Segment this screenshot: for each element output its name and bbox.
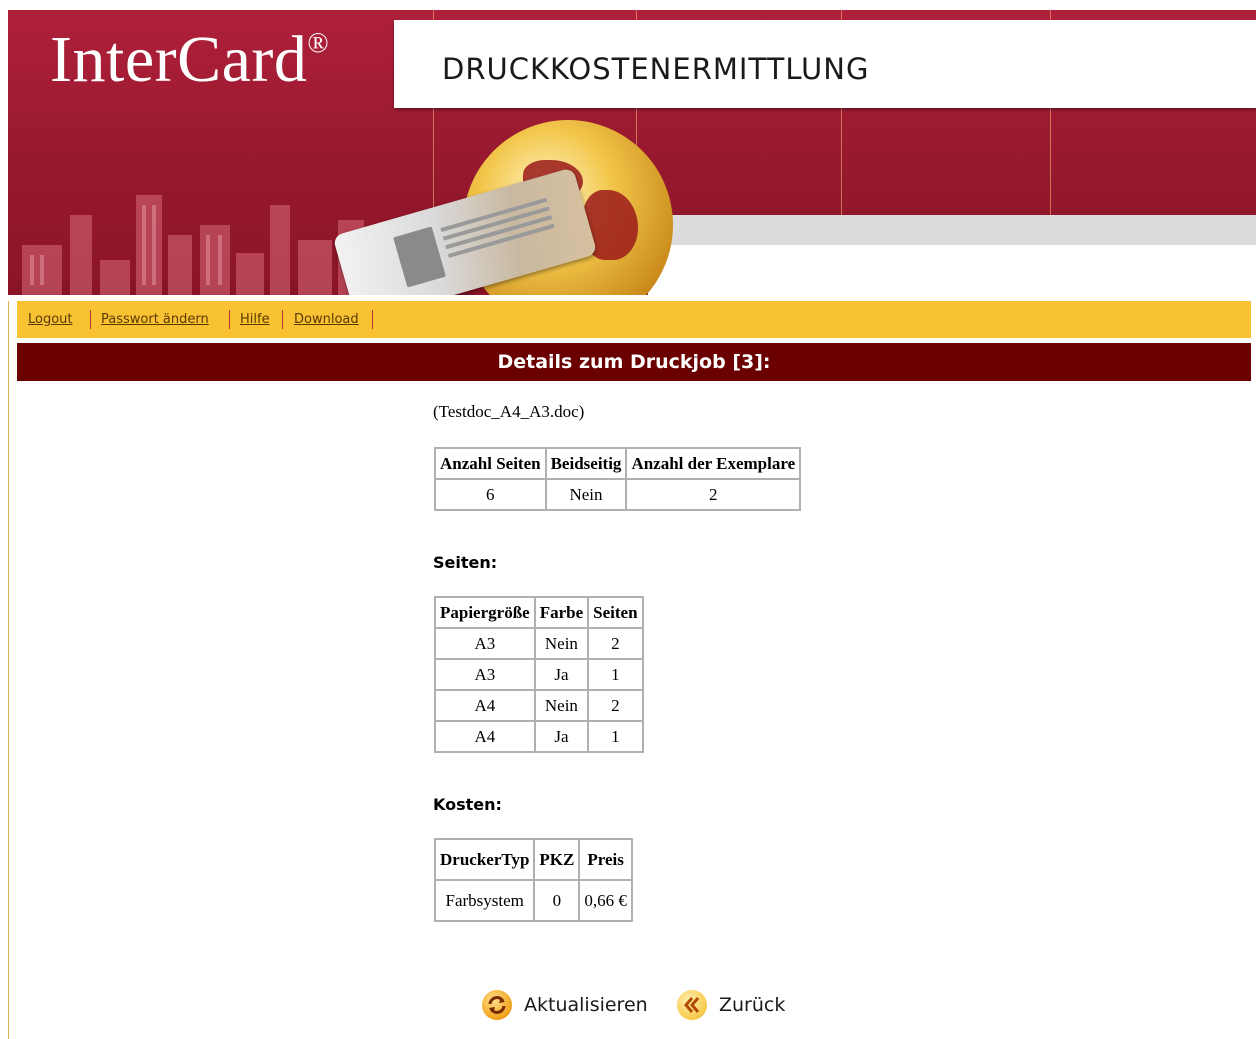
table-cell: Nein — [534, 628, 589, 659]
column-header: Anzahl Seiten — [435, 448, 546, 479]
refresh-icon — [482, 990, 512, 1020]
table-cell: Nein — [545, 479, 627, 510]
table-row: A3 Ja 1 — [435, 659, 643, 690]
table-cell: 0,66 € — [579, 880, 632, 921]
table-cell: 6 — [435, 479, 546, 510]
table-cell: A3 — [435, 659, 535, 690]
refresh-button[interactable]: Aktualisieren — [482, 988, 648, 1022]
page-left-border — [8, 301, 9, 1039]
table-header-row: Anzahl Seiten Beidseitig Anzahl der Exem… — [435, 448, 801, 479]
table-cell: 2 — [588, 628, 643, 659]
column-header: PKZ — [534, 839, 580, 880]
column-header: Papiergröße — [435, 597, 535, 628]
column-header: Beidseitig — [545, 448, 627, 479]
table-row: A4 Nein 2 — [435, 690, 643, 721]
section-title: Details zum Druckjob [3]: — [17, 343, 1251, 381]
banner-grey-strip — [648, 215, 1256, 245]
pages-table: Papiergröße Farbe Seiten A3 Nein 2 A3 Ja… — [434, 596, 644, 753]
nav-change-password-link[interactable]: Passwort ändern — [101, 312, 209, 327]
header-banner: InterCard® DRUCKKOSTENERMITTLUNG — [8, 10, 1256, 295]
table-cell: Ja — [534, 659, 589, 690]
costs-table: DruckerTyp PKZ Preis Farbsystem 0 0,66 € — [434, 838, 633, 922]
table-cell: 2 — [588, 690, 643, 721]
table-cell: Ja — [534, 721, 589, 752]
page-title: DRUCKKOSTENERMITTLUNG — [442, 52, 870, 86]
column-header: Anzahl der Exemplare — [626, 448, 801, 479]
table-cell: 1 — [588, 721, 643, 752]
pages-heading: Seiten: — [433, 553, 498, 572]
page-title-box: DRUCKKOSTENERMITTLUNG — [394, 20, 1256, 108]
table-header-row: Papiergröße Farbe Seiten — [435, 597, 643, 628]
table-cell: 2 — [626, 479, 801, 510]
column-header: Preis — [579, 839, 632, 880]
table-cell: Nein — [534, 690, 589, 721]
banner-lower-panel — [648, 215, 1256, 295]
nav-help-link[interactable]: Hilfe — [240, 312, 270, 327]
refresh-button-label: Aktualisieren — [524, 994, 648, 1016]
table-row: Farbsystem 0 0,66 € — [435, 880, 632, 921]
back-chevrons-icon — [677, 990, 707, 1020]
table-cell: 1 — [588, 659, 643, 690]
column-header: DruckerTyp — [435, 839, 535, 880]
top-navigation: Logout Passwort ändern Hilfe Download — [17, 301, 1251, 338]
table-cell: A4 — [435, 690, 535, 721]
table-row: A3 Nein 2 — [435, 628, 643, 659]
table-row: 6 Nein 2 — [435, 479, 801, 510]
table-header-row: DruckerTyp PKZ Preis — [435, 839, 632, 880]
brand-logo: InterCard® — [50, 23, 330, 96]
table-row: A4 Ja 1 — [435, 721, 643, 752]
job-summary-table: Anzahl Seiten Beidseitig Anzahl der Exem… — [434, 447, 802, 511]
nav-separator — [282, 310, 283, 329]
table-cell: Farbsystem — [435, 880, 535, 921]
nav-logout-link[interactable]: Logout — [28, 312, 73, 327]
back-button[interactable]: Zurück — [677, 988, 785, 1022]
nav-separator — [229, 310, 230, 329]
column-header: Farbe — [534, 597, 589, 628]
table-cell: 0 — [534, 880, 580, 921]
back-button-label: Zurück — [719, 994, 786, 1016]
table-cell: A4 — [435, 721, 535, 752]
column-header: Seiten — [588, 597, 643, 628]
nav-download-link[interactable]: Download — [294, 312, 359, 327]
table-cell: A3 — [435, 628, 535, 659]
nav-separator — [90, 310, 91, 329]
nav-separator — [372, 310, 373, 329]
job-filename: (Testdoc_A4_A3.doc) — [433, 402, 585, 421]
costs-heading: Kosten: — [433, 795, 502, 814]
